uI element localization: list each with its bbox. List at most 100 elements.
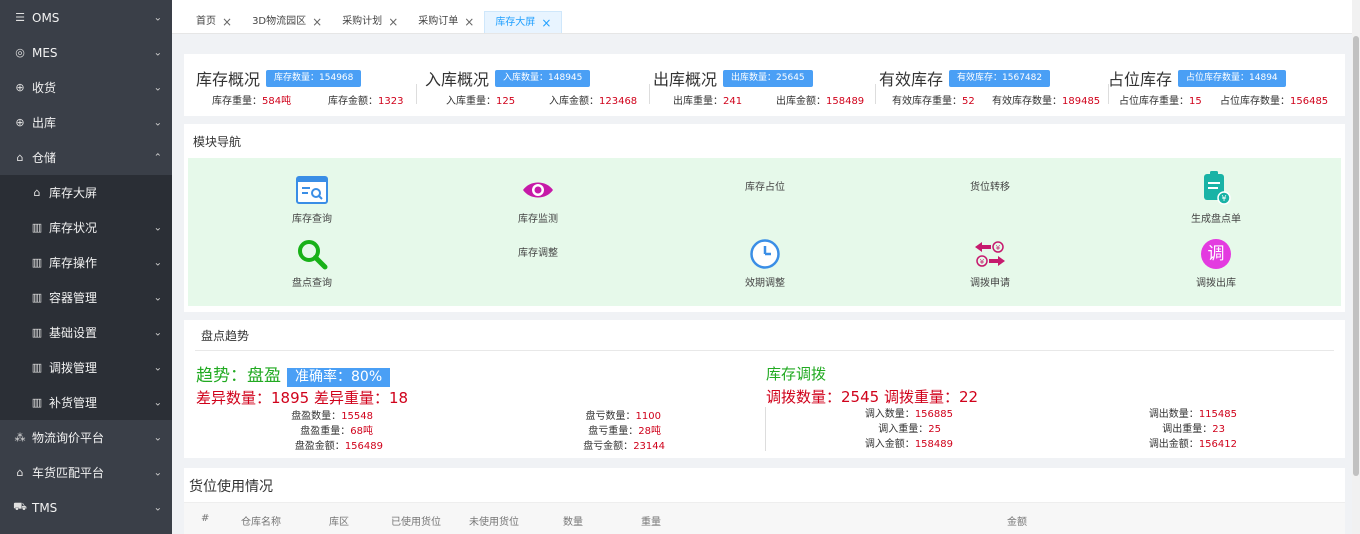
close-icon[interactable]: × (388, 11, 398, 33)
transfer-in-qty: 调入数量：156885 (865, 405, 953, 420)
module-nav-area: 库存查询 库存监测 库存占位 货位转移 ¥ 生成盘点单 盘点查询 库存调整 效期… (188, 158, 1341, 306)
transfer-out-qty: 调出数量：115485 (1149, 405, 1237, 420)
sidebar-item-logistics-inquiry[interactable]: ⁂ 物流询价平台 ⌄ (0, 420, 172, 455)
sidebar-item-label: 补货管理 (49, 396, 98, 410)
column-header[interactable]: 库区 (329, 513, 349, 528)
close-icon[interactable]: × (541, 12, 551, 34)
summary-title: 库存概况 (196, 70, 261, 89)
chevron-down-icon: ⌄ (153, 502, 162, 513)
summary-outbound-k1: 出库重量：241 (673, 92, 742, 107)
home-icon: ⌂ (16, 466, 24, 479)
sidebar-item-label: 调拨管理 (49, 361, 98, 375)
nav-inventory-occupy[interactable]: 库存占位 (705, 178, 825, 193)
value: 23144 (633, 441, 665, 452)
tab-label: 首页 (196, 16, 216, 27)
value: 156885 (914, 409, 953, 420)
summary-effective-k2: 有效库存数量：189485 (992, 92, 1100, 107)
label: 出库重量： (673, 96, 723, 107)
loss-amount: 盘亏金额：23144 (583, 437, 665, 452)
close-icon[interactable]: × (222, 11, 232, 33)
list-icon: ☰ (15, 11, 25, 24)
sidebar-item-replenish-mgmt[interactable]: ▥ 补货管理 ⌄ (0, 385, 172, 420)
summary-title: 有效库存 (879, 70, 944, 89)
column-header[interactable]: # (201, 513, 209, 524)
summary-title: 出库概况 (653, 70, 718, 89)
search-window-icon (295, 174, 329, 206)
tab-label: 库存大屏 (495, 16, 536, 28)
nodes-icon: ⁂ (14, 431, 26, 444)
label: 占位库存数量： (1220, 96, 1290, 107)
label: 有效库存数量： (992, 96, 1062, 107)
table-header: # 仓库名称 库区 已使用货位 未使用货位 数量 重量 金额 (184, 502, 1345, 534)
sidebar-item-inventory-status[interactable]: ▥ 库存状况 ⌄ (0, 210, 172, 245)
sidebar-item-inventory-dashboard[interactable]: ⌂ 库存大屏 (0, 175, 172, 210)
summary-effective-k1: 有效库存重量：52 (892, 92, 975, 107)
tab-purchase-plan[interactable]: 采购计划 × (332, 11, 408, 33)
column-header[interactable]: 重量 (641, 513, 661, 528)
nav-inventory-query[interactable]: 库存查询 (252, 174, 372, 225)
sidebar-item-label: 库存操作 (49, 256, 98, 270)
nav-label: 调拨申请 (970, 278, 1010, 289)
count-trend-card: 盘点趋势 趋势：盘盈 准确率：80% 差异数量：1895 差异重量：18 盘盈数量… (184, 320, 1345, 458)
divider (649, 84, 650, 104)
sidebar-item-label: MES (32, 45, 58, 60)
column-header[interactable]: 未使用货位 (469, 513, 519, 528)
sidebar-item-tms[interactable]: ⛟ TMS ⌄ (0, 490, 172, 525)
transfer-headline: 库存调拨 (766, 365, 827, 383)
summary-inventory-k2: 库存金额：1323 (328, 92, 403, 107)
tab-home[interactable]: 首页 × (186, 11, 242, 33)
label: 盘盈金额： (294, 441, 345, 452)
column-header[interactable]: 数量 (563, 513, 583, 528)
chevron-down-icon: ⌄ (153, 82, 162, 93)
nav-generate-count[interactable]: ¥ 生成盘点单 (1156, 170, 1276, 225)
chevron-down-icon: ⌄ (153, 47, 162, 58)
tab-purchase-order[interactable]: 采购订单 × (408, 11, 484, 33)
nav-count-query[interactable]: 盘点查询 (252, 238, 372, 289)
value: 1100 (635, 411, 661, 422)
clipboard-icon: ¥ (1199, 170, 1233, 206)
target-icon: ◎ (15, 46, 25, 59)
column-header[interactable]: 金额 (1007, 513, 1027, 528)
nav-transfer-request[interactable]: ¥ ¥ 调拨申请 (930, 238, 1050, 289)
label: 入库金额： (549, 96, 599, 107)
sidebar-item-vehicle-matching[interactable]: ⌂ 车货匹配平台 ⌄ (0, 455, 172, 490)
grid-icon: ▥ (31, 256, 43, 269)
box-icon: ⊕ (15, 81, 25, 94)
sidebar-item-mes[interactable]: ◎ MES ⌄ (0, 35, 172, 70)
sidebar-item-transfer-mgmt[interactable]: ▥ 调拨管理 ⌄ (0, 350, 172, 385)
chevron-down-icon: ⌄ (153, 12, 162, 23)
value: 68吨 (350, 426, 373, 437)
close-icon[interactable]: × (312, 11, 322, 33)
nav-transfer-outbound[interactable]: 调 调拨出库 (1156, 238, 1276, 289)
nav-label: 货位转移 (970, 182, 1010, 193)
close-icon[interactable]: × (464, 11, 474, 33)
value: 15548 (341, 411, 373, 422)
nav-slot-transfer[interactable]: 货位转移 (930, 178, 1050, 193)
sidebar-item-outbound[interactable]: ⊕ 出库 ⌄ (0, 105, 172, 140)
tab-inventory-dashboard[interactable]: 库存大屏 × (484, 11, 563, 34)
value: 123468 (599, 96, 638, 107)
tab-3d-park[interactable]: 3D物流园区 × (242, 11, 332, 33)
trend-headline: 趋势：盘盈 准确率：80% (196, 361, 391, 387)
sidebar-item-basic-settings[interactable]: ▥ 基础设置 ⌄ (0, 315, 172, 350)
sidebar-item-storage[interactable]: ⌂ 仓储 ⌃ (0, 140, 172, 175)
sidebar-item-inventory-ops[interactable]: ▥ 库存操作 ⌄ (0, 245, 172, 280)
nav-inventory-monitor[interactable]: 库存监测 (478, 174, 598, 225)
sidebar-item-container-mgmt[interactable]: ▥ 容器管理 ⌄ (0, 280, 172, 315)
scrollbar-thumb[interactable] (1353, 36, 1359, 476)
scrollbar[interactable] (1352, 0, 1360, 534)
nav-label: 库存调整 (518, 248, 558, 259)
divider (765, 407, 766, 451)
nav-label: 库存查询 (292, 214, 332, 225)
value: 158489 (914, 439, 953, 450)
sidebar-item-label: 基础设置 (49, 326, 98, 340)
sidebar-item-oms[interactable]: ☰ OMS ⌄ (0, 0, 172, 35)
label: 占位库存重量： (1119, 96, 1189, 107)
nav-inventory-adjust[interactable]: 库存调整 (478, 244, 598, 259)
column-header[interactable]: 已使用货位 (391, 513, 441, 528)
exchange-icon: ¥ ¥ (973, 238, 1007, 270)
nav-expiry-adjust[interactable]: 效期调整 (705, 238, 825, 289)
value: 156412 (1198, 439, 1237, 450)
column-header[interactable]: 仓库名称 (241, 513, 281, 528)
sidebar-item-receiving[interactable]: ⊕ 收货 ⌄ (0, 70, 172, 105)
